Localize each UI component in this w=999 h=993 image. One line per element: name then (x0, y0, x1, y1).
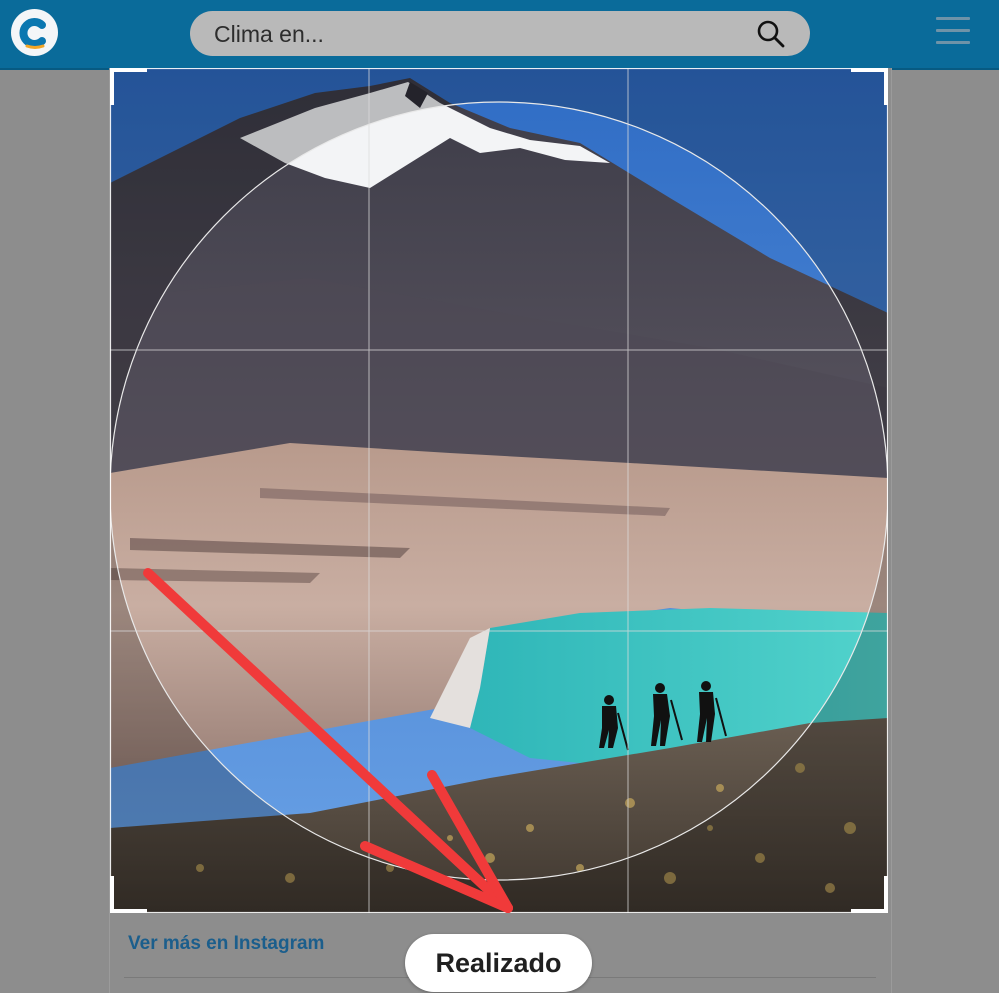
top-app-bar (0, 0, 999, 70)
search-icon[interactable] (756, 19, 786, 49)
crop-outside-dim (110, 68, 888, 913)
search-bar[interactable] (190, 11, 810, 58)
hamburger-menu-icon[interactable] (936, 17, 970, 47)
search-input[interactable] (212, 11, 716, 58)
done-button[interactable]: Realizado (405, 934, 592, 992)
image-crop-editor[interactable] (110, 68, 888, 913)
app-logo-icon[interactable] (11, 9, 58, 56)
instagram-link[interactable]: Ver más en Instagram (128, 933, 324, 955)
